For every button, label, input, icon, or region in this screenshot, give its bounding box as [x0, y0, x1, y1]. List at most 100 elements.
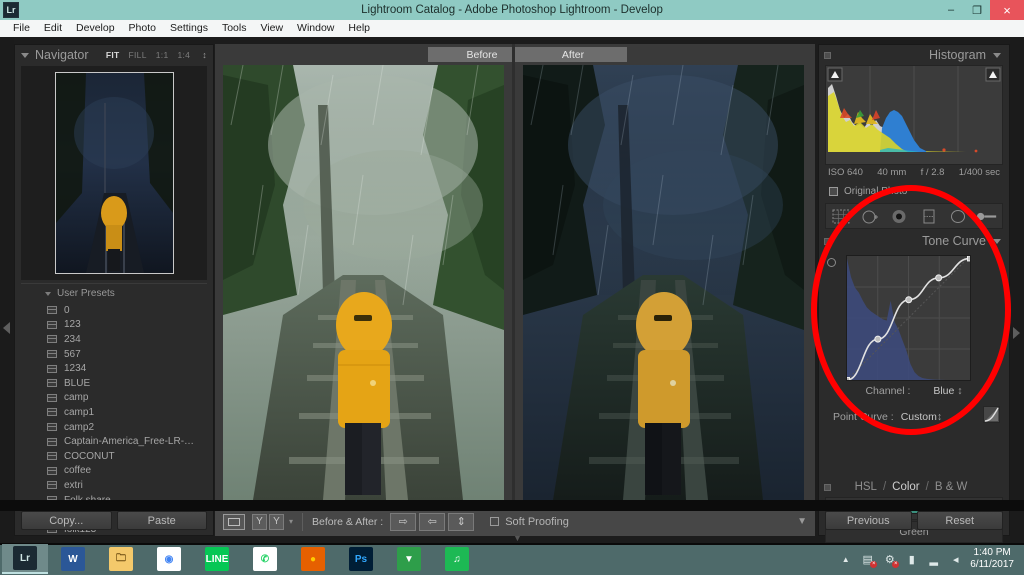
color-tab[interactable]: Color: [892, 481, 919, 493]
preset-item[interactable]: camp1: [21, 405, 207, 420]
histogram-disclosure-triangle-icon[interactable]: [993, 52, 1001, 58]
preset-item[interactable]: 1234: [21, 361, 207, 376]
navigator-zoom-14[interactable]: 1:4: [177, 50, 190, 60]
after-image-pane[interactable]: [515, 44, 812, 506]
preset-item[interactable]: 123: [21, 318, 207, 333]
taskbar-clock[interactable]: 1:40 PM 6/11/2017: [970, 547, 1018, 571]
preset-item[interactable]: Captain-America_Free-LR-Pres...: [21, 434, 207, 449]
tone-curve-control-point[interactable]: [844, 377, 850, 383]
menu-item-tools[interactable]: Tools: [215, 20, 254, 37]
tone-curve-header[interactable]: Tone Curve: [819, 231, 1009, 251]
swap-before-after[interactable]: ⇕: [448, 512, 475, 531]
taskbar-app-whatsapp[interactable]: ✆: [242, 544, 288, 574]
taskbar-app-spotify[interactable]: ♫: [434, 544, 480, 574]
navigator-preview[interactable]: [21, 66, 207, 280]
menu-item-help[interactable]: Help: [341, 20, 377, 37]
point-curve-row[interactable]: Point Curve : Custom ↕: [819, 411, 1009, 423]
point-curve-edit-icon[interactable]: [983, 406, 1000, 423]
soft-proofing-checkbox[interactable]: [490, 517, 500, 526]
original-photo-control[interactable]: Original Photo: [829, 186, 907, 197]
soft-proofing-control[interactable]: Soft Proofing: [490, 516, 569, 528]
navigator-zoom-fill[interactable]: FILL: [129, 50, 147, 60]
taskbar-app-photoshop[interactable]: Ps: [338, 544, 384, 574]
tone-curve-disclosure-triangle-icon[interactable]: [993, 238, 1001, 244]
taskbar-app-chrome[interactable]: ◉: [146, 544, 192, 574]
copy-settings-after-to-before[interactable]: ⇦: [419, 512, 446, 531]
tray-overflow-icon[interactable]: ▲: [838, 552, 853, 567]
right-panel-gutter[interactable]: [1010, 37, 1024, 543]
menu-item-settings[interactable]: Settings: [163, 20, 215, 37]
histogram-graph[interactable]: [825, 65, 1003, 165]
compare-mode-1[interactable]: Y: [252, 513, 267, 530]
taskbar-app-word[interactable]: W: [50, 544, 96, 574]
adjustment-brush-icon[interactable]: [976, 207, 998, 225]
left-panel-collapse-arrow-icon[interactable]: [3, 322, 10, 334]
tray-action-center-icon[interactable]: ⚙ ×: [882, 552, 900, 568]
red-eye-icon[interactable]: [888, 207, 910, 225]
menu-item-window[interactable]: Window: [290, 20, 341, 37]
tray-battery-icon[interactable]: ▮: [904, 552, 919, 567]
point-curve-value[interactable]: Custom: [901, 411, 937, 423]
tone-curve-graph[interactable]: [844, 255, 973, 383]
preset-item[interactable]: camp: [21, 391, 207, 406]
preset-item[interactable]: 0: [21, 303, 207, 318]
taskbar-app-lightroom[interactable]: Lr: [2, 544, 48, 574]
hsl-color-bw-header[interactable]: HSL / Color / B & W: [819, 477, 1009, 497]
preset-item[interactable]: coffee: [21, 464, 207, 479]
graduated-filter-icon[interactable]: [918, 207, 940, 225]
user-presets-header[interactable]: User Presets: [45, 288, 115, 299]
left-panel-gutter[interactable]: [0, 37, 14, 543]
close-button[interactable]: ×: [990, 0, 1024, 20]
tray-signal-icon[interactable]: ▂: [926, 552, 941, 567]
menu-item-view[interactable]: View: [253, 20, 290, 37]
tray-volume-icon[interactable]: ◂: [948, 552, 963, 567]
toolbar-options-caret-icon[interactable]: ▼: [797, 516, 807, 527]
navigator-zoom-fit[interactable]: FIT: [106, 50, 120, 60]
tone-curve-channel-row[interactable]: Channel : Blue ↕: [819, 385, 1009, 397]
tone-curve-control-point[interactable]: [905, 296, 913, 304]
channel-value[interactable]: Blue: [933, 385, 954, 397]
preset-item[interactable]: 567: [21, 347, 207, 362]
menu-item-photo[interactable]: Photo: [122, 20, 163, 37]
tone-curve-control-point[interactable]: [935, 274, 943, 282]
filmstrip-handle[interactable]: ▼: [513, 533, 522, 543]
preset-item[interactable]: BLUE: [21, 376, 207, 391]
histogram-panel-switch[interactable]: [824, 52, 831, 59]
navigator-zoom-11[interactable]: 1:1: [156, 50, 169, 60]
histogram-header[interactable]: Histogram: [819, 45, 1009, 65]
point-curve-spinner-icon[interactable]: ↕: [937, 411, 942, 423]
taskbar-app-firefox[interactable]: ●: [290, 544, 336, 574]
navigator-disclosure-triangle-icon[interactable]: [21, 52, 29, 58]
preset-item[interactable]: camp2: [21, 420, 207, 435]
original-photo-checkbox[interactable]: [829, 187, 838, 196]
menu-item-edit[interactable]: Edit: [37, 20, 69, 37]
presets-disclosure-triangle-icon[interactable]: [45, 291, 51, 296]
preset-item[interactable]: 234: [21, 332, 207, 347]
previous-button[interactable]: Previous: [825, 511, 912, 530]
compare-mode-2[interactable]: Y: [269, 513, 284, 530]
crop-overlay-icon[interactable]: [830, 207, 852, 225]
paste-button[interactable]: Paste: [116, 511, 207, 530]
before-after-compare-toggle[interactable]: YY: [252, 513, 284, 530]
compare-mode-caret-icon[interactable]: ▾: [289, 517, 293, 526]
loupe-view-button[interactable]: [223, 513, 245, 530]
minimize-button[interactable]: –: [938, 0, 964, 20]
reset-button[interactable]: Reset: [916, 511, 1003, 530]
spot-removal-icon[interactable]: [859, 207, 881, 225]
maximize-button[interactable]: ❐: [964, 0, 990, 20]
before-image-pane[interactable]: [215, 44, 512, 506]
navigator-zoom-spinner-icon[interactable]: ↕: [202, 50, 207, 60]
taskbar-app-file-explorer[interactable]: 🗀: [98, 544, 144, 574]
preset-item[interactable]: extri: [21, 478, 207, 493]
right-panel-collapse-arrow-icon[interactable]: [1013, 327, 1020, 339]
tone-curve-control-point[interactable]: [874, 335, 882, 343]
hsl-tab[interactable]: HSL: [855, 481, 877, 493]
radial-filter-icon[interactable]: [947, 207, 969, 225]
copy-settings-before-to-after[interactable]: ⇨: [390, 512, 417, 531]
taskbar-app-line[interactable]: LINE: [194, 544, 240, 574]
tray-network-error-icon[interactable]: ▤ ×: [860, 552, 878, 568]
bw-tab[interactable]: B & W: [935, 481, 968, 493]
menu-item-file[interactable]: File: [6, 20, 37, 37]
targeted-adjustment-tool-icon[interactable]: [827, 258, 836, 267]
copy-button[interactable]: Copy...: [21, 511, 112, 530]
